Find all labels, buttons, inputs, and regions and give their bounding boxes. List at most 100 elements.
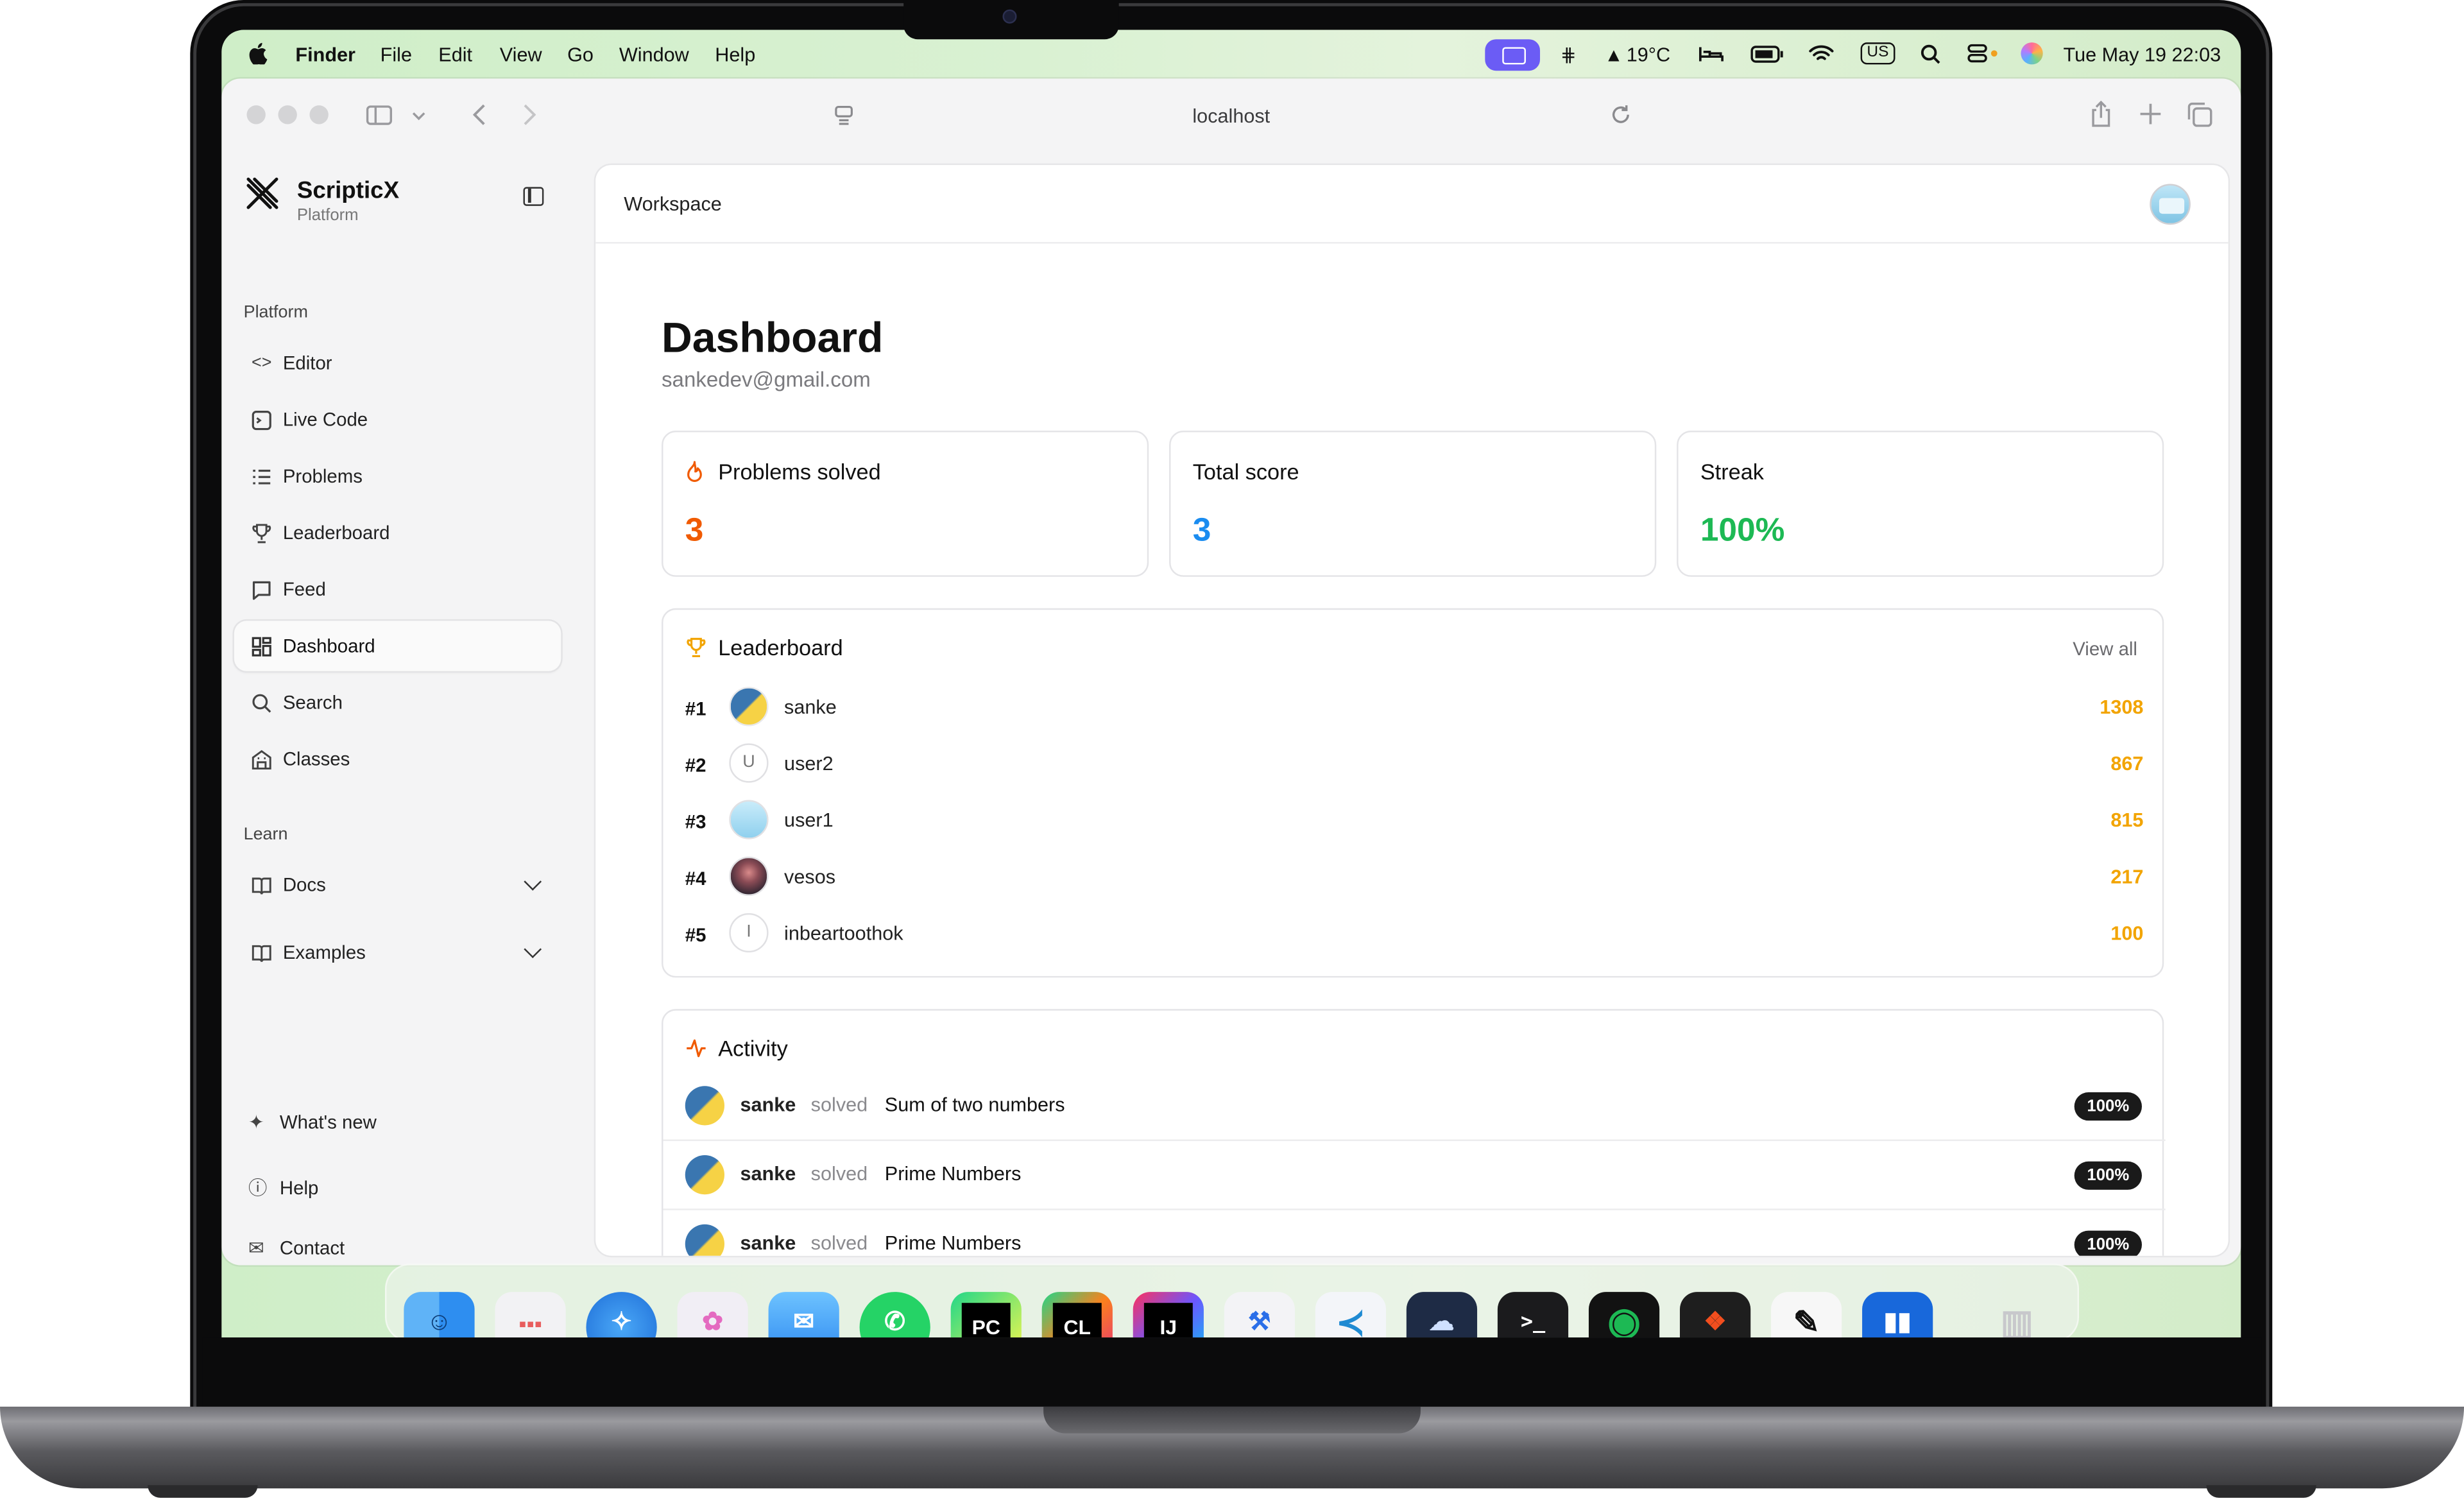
menu-app-name[interactable]: Finder [295, 44, 355, 66]
activity-panel: Activity sanke solved Sum of two numbers… [662, 1009, 2166, 1256]
page-title: Dashboard [662, 314, 884, 362]
scripticx-logo-icon[interactable] [245, 176, 280, 210]
sidebar-item-label: Search [282, 691, 343, 714]
dock-app-terminal[interactable]: >_ [1497, 1292, 1569, 1338]
forward-arrow-icon[interactable] [524, 104, 536, 126]
sidebar-item-classes[interactable]: Classes [234, 734, 561, 784]
dock-app-clion[interactable]: CL [1041, 1292, 1113, 1338]
sidebar-item-search[interactable]: Search [234, 678, 561, 728]
siri-icon[interactable] [2021, 42, 2043, 65]
sidebar-item-dashboard[interactable]: Dashboard [234, 621, 561, 671]
wifi-icon[interactable] [1809, 44, 1834, 63]
sidebar-item-leaderboard[interactable]: Leaderboard [234, 508, 561, 558]
activity-problem[interactable]: Prime Numbers [885, 1163, 1022, 1185]
dock-app-spotify[interactable]: ◉ [1588, 1292, 1660, 1338]
dock-app-whatsapp[interactable]: ✆ [859, 1292, 930, 1338]
dock-app-pen[interactable]: ✎ [1771, 1292, 1842, 1338]
screen-mirroring-icon[interactable] [1485, 39, 1541, 71]
sidebar-item-docs[interactable]: Docs [234, 860, 561, 910]
activity-problem[interactable]: Prime Numbers [885, 1232, 1022, 1254]
dock-app-vscode[interactable]: ≺ [1315, 1292, 1387, 1338]
dock-app-instruments[interactable]: ⚒ [1224, 1292, 1295, 1338]
sidebar-link-help[interactable]: ⓘ Help [248, 1174, 318, 1201]
battery-icon[interactable] [1750, 46, 1783, 63]
dock-app-cloud[interactable]: ☁ [1406, 1292, 1478, 1338]
input-source-badge[interactable]: US [1860, 42, 1895, 65]
sidebar-item-examples[interactable]: Examples [234, 927, 561, 977]
tab-overview-icon[interactable] [2187, 102, 2212, 127]
sidebar-toggle-icon[interactable] [366, 105, 393, 126]
menubar-datetime[interactable]: Tue May 19 22:03 [2064, 44, 2221, 66]
user-email: sankedev@gmail.com [662, 368, 871, 391]
dock-app-safari[interactable]: ✧ [586, 1292, 657, 1338]
user-avatar[interactable] [2150, 184, 2191, 225]
breadcrumb[interactable]: Workspace [624, 193, 722, 215]
control-center-icon[interactable] [1967, 44, 1999, 63]
collapse-sidebar-icon[interactable] [523, 187, 544, 206]
leaderboard-title: Leaderboard [718, 635, 843, 660]
chevron-down-icon[interactable] [524, 940, 542, 959]
view-all-link[interactable]: View all [2073, 638, 2137, 660]
menu-file[interactable]: File [381, 44, 412, 66]
dock-app-pycharm[interactable]: PC [950, 1292, 1022, 1338]
warning-icon[interactable]: ▲ [1604, 44, 1623, 66]
dock-app-intellij[interactable]: IJ [1133, 1292, 1204, 1338]
bed-icon[interactable] [1698, 46, 1724, 63]
photos-icon: ✿ [702, 1309, 724, 1336]
activity-title: Activity [718, 1035, 788, 1061]
chevron-down-icon[interactable] [412, 112, 426, 121]
reload-icon[interactable] [1611, 104, 1631, 126]
spotlight-search-icon[interactable] [1921, 44, 1941, 65]
apple-icon[interactable] [248, 42, 268, 65]
zoom-window-button[interactable] [309, 105, 329, 125]
sidebar-item-problems[interactable]: Problems [234, 451, 561, 501]
sidebar-item-live-code[interactable]: Live Code [234, 395, 561, 445]
leaderboard-row[interactable]: #3 user1 815 [663, 792, 2165, 848]
activity-row[interactable]: sanke solved Sum of two numbers 100% [663, 1072, 2166, 1141]
weather-text[interactable]: 19°C [1627, 44, 1670, 66]
dock-app-launchpad[interactable]: ▪▪▪ [495, 1292, 566, 1338]
leaderboard-row[interactable]: #5 I inbeartoothok 100 [663, 906, 2165, 962]
dock-app-photos[interactable]: ✿ [677, 1292, 748, 1338]
trophy-icon [687, 637, 706, 658]
sidebar-link-contact[interactable]: ✉ Contact [248, 1237, 345, 1258]
sidebar-item-editor[interactable]: <> Editor [234, 338, 561, 388]
address-bar[interactable]: localhost [1102, 105, 1361, 127]
score-badge: 100% [2074, 1092, 2142, 1121]
leaderboard-row[interactable]: #1 sanke 1308 [663, 679, 2165, 735]
menu-window[interactable]: Window [619, 44, 689, 66]
sidebar-item-feed[interactable]: Feed [234, 564, 561, 614]
section-learn-label: Learn [243, 825, 288, 845]
leaderboard-row[interactable]: #2 U user2 867 [663, 735, 2165, 792]
leaderboard-row[interactable]: #4 vesos 217 [663, 848, 2165, 905]
new-tab-icon[interactable] [2140, 103, 2161, 125]
sidebar-link-label: Help [279, 1177, 319, 1199]
dock-app-mail[interactable]: ✉ [768, 1292, 839, 1338]
back-arrow-icon[interactable] [473, 104, 486, 126]
activity-row[interactable]: sanke solved Prime Numbers 100% [663, 1210, 2165, 1256]
menu-view[interactable]: View [500, 44, 542, 66]
launchpad-icon: ▪▪▪ [518, 1310, 542, 1336]
activity-row[interactable]: sanke solved Prime Numbers 100% [663, 1141, 2166, 1210]
close-window-button[interactable] [246, 105, 266, 125]
chevron-down-icon[interactable] [524, 873, 542, 891]
python-avatar [729, 687, 769, 726]
dock-app-figma[interactable]: ❖ [1679, 1292, 1751, 1338]
photo-avatar [729, 856, 769, 896]
brand-name[interactable]: ScripticX [297, 178, 399, 205]
initial-avatar: I [729, 913, 769, 953]
activity-problem[interactable]: Sum of two numbers [885, 1094, 1065, 1116]
menu-go[interactable]: Go [567, 44, 594, 66]
share-icon[interactable] [2090, 100, 2112, 128]
dock-app-finder[interactable]: ☺ [404, 1292, 475, 1338]
figma-status-icon[interactable]: ⋕ [1561, 44, 1577, 66]
dock-app-trash[interactable]: ▥ [1981, 1292, 2052, 1337]
rank: #5 [685, 924, 706, 947]
dock-app-trello[interactable]: ▮▮ [1862, 1292, 1933, 1338]
menu-edit[interactable]: Edit [438, 44, 472, 66]
sidebar-link-whats-new[interactable]: ✦ What's new [248, 1111, 377, 1133]
reader-icon[interactable] [834, 105, 853, 126]
brand-subtitle: Platform [296, 205, 359, 225]
minimize-window-button[interactable] [278, 105, 297, 125]
menu-help[interactable]: Help [715, 44, 755, 66]
